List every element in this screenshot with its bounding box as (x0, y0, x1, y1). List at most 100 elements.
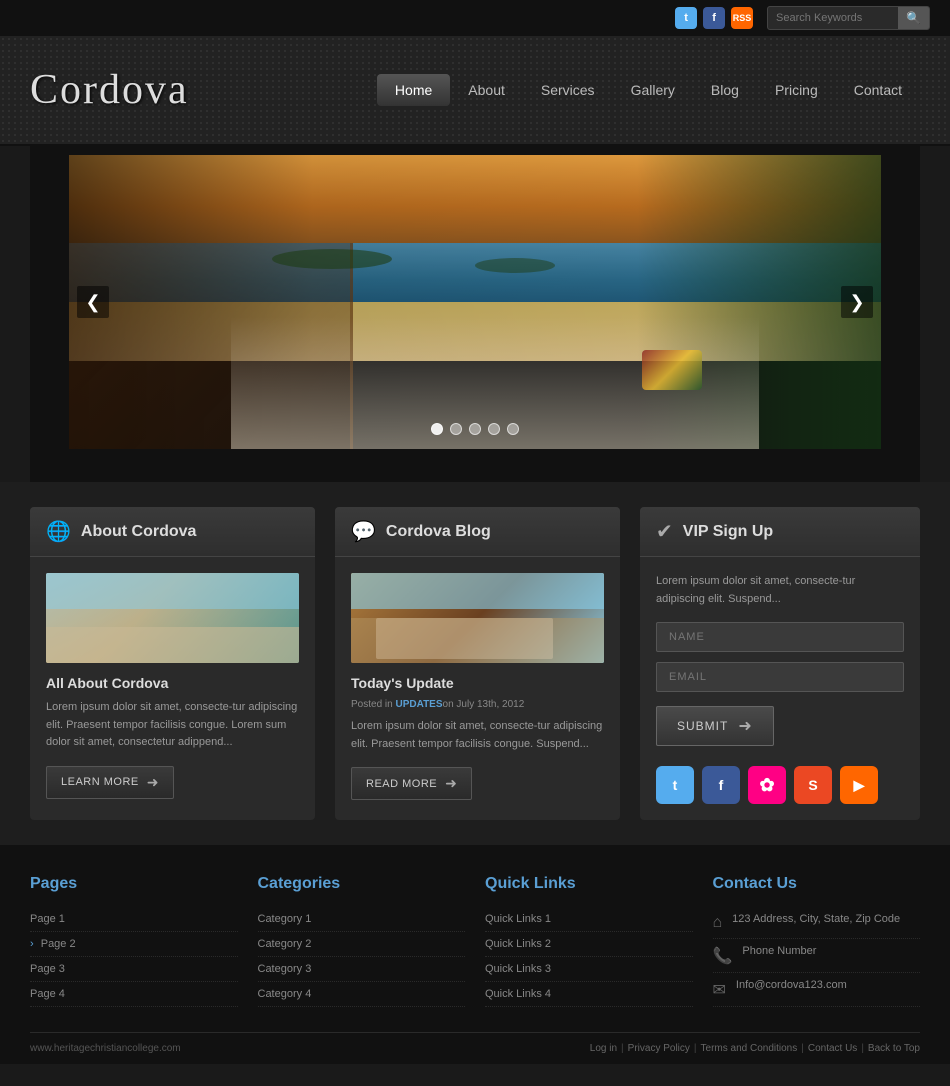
about-card-title: About Cordova (81, 523, 197, 541)
contact-phone-row: 📞 Phone Number (713, 939, 921, 973)
vip-facebook-icon[interactable]: f (702, 766, 740, 804)
search-box: 🔍 (767, 6, 930, 30)
footer-quicklinks-col: Quick Links Quick Links 1 Quick Links 2 … (485, 875, 693, 1007)
categories-list: Category 1 Category 2 Category 3 Categor… (258, 907, 466, 1007)
vip-card-header: ✔ VIP Sign Up (640, 507, 920, 557)
footer-columns: Pages Page 1 › Page 2 Page 3 Page 4 Cate… (30, 875, 920, 1033)
list-item[interactable]: Category 1 (258, 907, 466, 932)
quicklinks-list: Quick Links 1 Quick Links 2 Quick Links … (485, 907, 693, 1007)
chat-icon: 💬 (351, 519, 376, 544)
quicklinks-title: Quick Links (485, 875, 693, 893)
list-item[interactable]: Category 2 (258, 932, 466, 957)
vip-card: ✔ VIP Sign Up Lorem ipsum dolor sit amet… (640, 507, 920, 820)
footer-login-link[interactable]: Log in (590, 1043, 617, 1054)
pages-title: Pages (30, 875, 238, 893)
footer-backtotop-link[interactable]: Back to Top (868, 1043, 920, 1054)
hero-dot-3[interactable] (469, 423, 481, 435)
home-icon: ⌂ (713, 914, 723, 932)
nav-gallery[interactable]: Gallery (613, 74, 693, 106)
footer-contact-col: Contact Us ⌂ 123 Address, City, State, Z… (713, 875, 921, 1007)
list-item[interactable]: Quick Links 3 (485, 957, 693, 982)
footer-links: Log in | Privacy Policy | Terms and Cond… (590, 1043, 920, 1054)
globe-icon: 🌐 (46, 519, 71, 544)
hero-dot-4[interactable] (488, 423, 500, 435)
vip-rss-icon[interactable]: ▶ (840, 766, 878, 804)
twitter-top-icon[interactable]: t (675, 7, 697, 29)
footer-pages-col: Pages Page 1 › Page 2 Page 3 Page 4 (30, 875, 238, 1007)
search-button[interactable]: 🔍 (898, 7, 929, 29)
contact-phone: Phone Number (742, 945, 816, 957)
arrow-icon: ➜ (445, 775, 457, 792)
vip-social-icons: t f ✿ S ▶ (656, 766, 904, 804)
footer-url: www.heritagechristiancollege.com (30, 1043, 181, 1054)
about-card-header: 🌐 About Cordova (30, 507, 315, 557)
phone-icon: 📞 (713, 946, 733, 966)
footer-privacy-link[interactable]: Privacy Policy (628, 1043, 690, 1054)
hero-prev-button[interactable]: ❮ (77, 286, 109, 318)
search-input[interactable] (768, 9, 898, 27)
nav-home[interactable]: Home (377, 74, 450, 106)
about-text: Lorem ipsum dolor sit amet, consecte-tur… (46, 699, 299, 752)
facebook-top-icon[interactable]: f (703, 7, 725, 29)
vip-email-input[interactable] (656, 662, 904, 692)
about-subtitle: All About Cordova (46, 675, 299, 691)
submit-arrow-icon: ➜ (738, 716, 752, 736)
learn-more-button[interactable]: LEARN MORE ➜ (46, 766, 174, 799)
email-icon: ✉ (713, 980, 726, 1000)
hero-dot-5[interactable] (507, 423, 519, 435)
hero-next-button[interactable]: ❯ (841, 286, 873, 318)
contact-title: Contact Us (713, 875, 921, 893)
blog-card: 💬 Cordova Blog Today's Update Posted in … (335, 507, 620, 820)
contact-address: 123 Address, City, State, Zip Code (732, 913, 900, 925)
vip-card-body: Lorem ipsum dolor sit amet, consecte-tur… (640, 557, 920, 820)
list-item[interactable]: Quick Links 2 (485, 932, 693, 957)
footer-terms-link[interactable]: Terms and Conditions (701, 1043, 798, 1054)
site-footer: Pages Page 1 › Page 2 Page 3 Page 4 Cate… (0, 845, 950, 1064)
vip-submit-row: SUBMIT ➜ (656, 706, 904, 746)
pages-list: Page 1 › Page 2 Page 3 Page 4 (30, 907, 238, 1007)
list-item[interactable]: Page 4 (30, 982, 238, 1007)
about-card-body: All About Cordova Lorem ipsum dolor sit … (30, 557, 315, 815)
contact-address-row: ⌂ 123 Address, City, State, Zip Code (713, 907, 921, 939)
nav-about[interactable]: About (450, 74, 523, 106)
list-item[interactable]: Page 1 (30, 907, 238, 932)
list-item[interactable]: Quick Links 4 (485, 982, 693, 1007)
categories-title: Categories (258, 875, 466, 893)
footer-categories-col: Categories Category 1 Category 2 Categor… (258, 875, 466, 1007)
blog-card-body: Today's Update Posted in UPDATESon July … (335, 557, 620, 816)
blog-card-title: Cordova Blog (386, 523, 491, 541)
vip-card-title: VIP Sign Up (683, 523, 773, 541)
list-item[interactable]: Category 4 (258, 982, 466, 1007)
main-nav: Home About Services Gallery Blog Pricing… (377, 74, 920, 106)
list-item[interactable]: Category 3 (258, 957, 466, 982)
footer-contact-link[interactable]: Contact Us (808, 1043, 857, 1054)
vip-name-input[interactable] (656, 622, 904, 652)
read-more-button[interactable]: READ MORE ➜ (351, 767, 472, 800)
vip-submit-button[interactable]: SUBMIT ➜ (656, 706, 774, 746)
list-item[interactable]: › Page 2 (30, 932, 238, 957)
vip-intro-text: Lorem ipsum dolor sit amet, consecte-tur… (656, 573, 904, 608)
blog-meta: Posted in UPDATESon July 13th, 2012 (351, 699, 604, 710)
contact-email: Info@cordova123.com (736, 979, 847, 991)
rss-top-icon[interactable]: RSS (731, 7, 753, 29)
nav-pricing[interactable]: Pricing (757, 74, 836, 106)
about-thumbnail (46, 573, 299, 663)
vip-twitter-icon[interactable]: t (656, 766, 694, 804)
list-item[interactable]: Page 3 (30, 957, 238, 982)
nav-blog[interactable]: Blog (693, 74, 757, 106)
nav-services[interactable]: Services (523, 74, 613, 106)
nav-contact[interactable]: Contact (836, 74, 920, 106)
vip-flickr-icon[interactable]: ✿ (748, 766, 786, 804)
arrow-icon: ➜ (147, 774, 159, 791)
content-section: 🌐 About Cordova All About Cordova Lorem … (0, 482, 950, 845)
blog-card-header: 💬 Cordova Blog (335, 507, 620, 557)
vip-stumbleupon-icon[interactable]: S (794, 766, 832, 804)
hero-slider: ❮ ❯ (66, 152, 884, 452)
blog-text: Lorem ipsum dolor sit amet, consecte-tur… (351, 718, 604, 753)
list-item[interactable]: Quick Links 1 (485, 907, 693, 932)
site-logo: Cordova (30, 66, 189, 114)
hero-dot-1[interactable] (431, 423, 443, 435)
hero-dot-2[interactable] (450, 423, 462, 435)
contact-email-row: ✉ Info@cordova123.com (713, 973, 921, 1007)
top-bar: t f RSS 🔍 (0, 0, 950, 36)
